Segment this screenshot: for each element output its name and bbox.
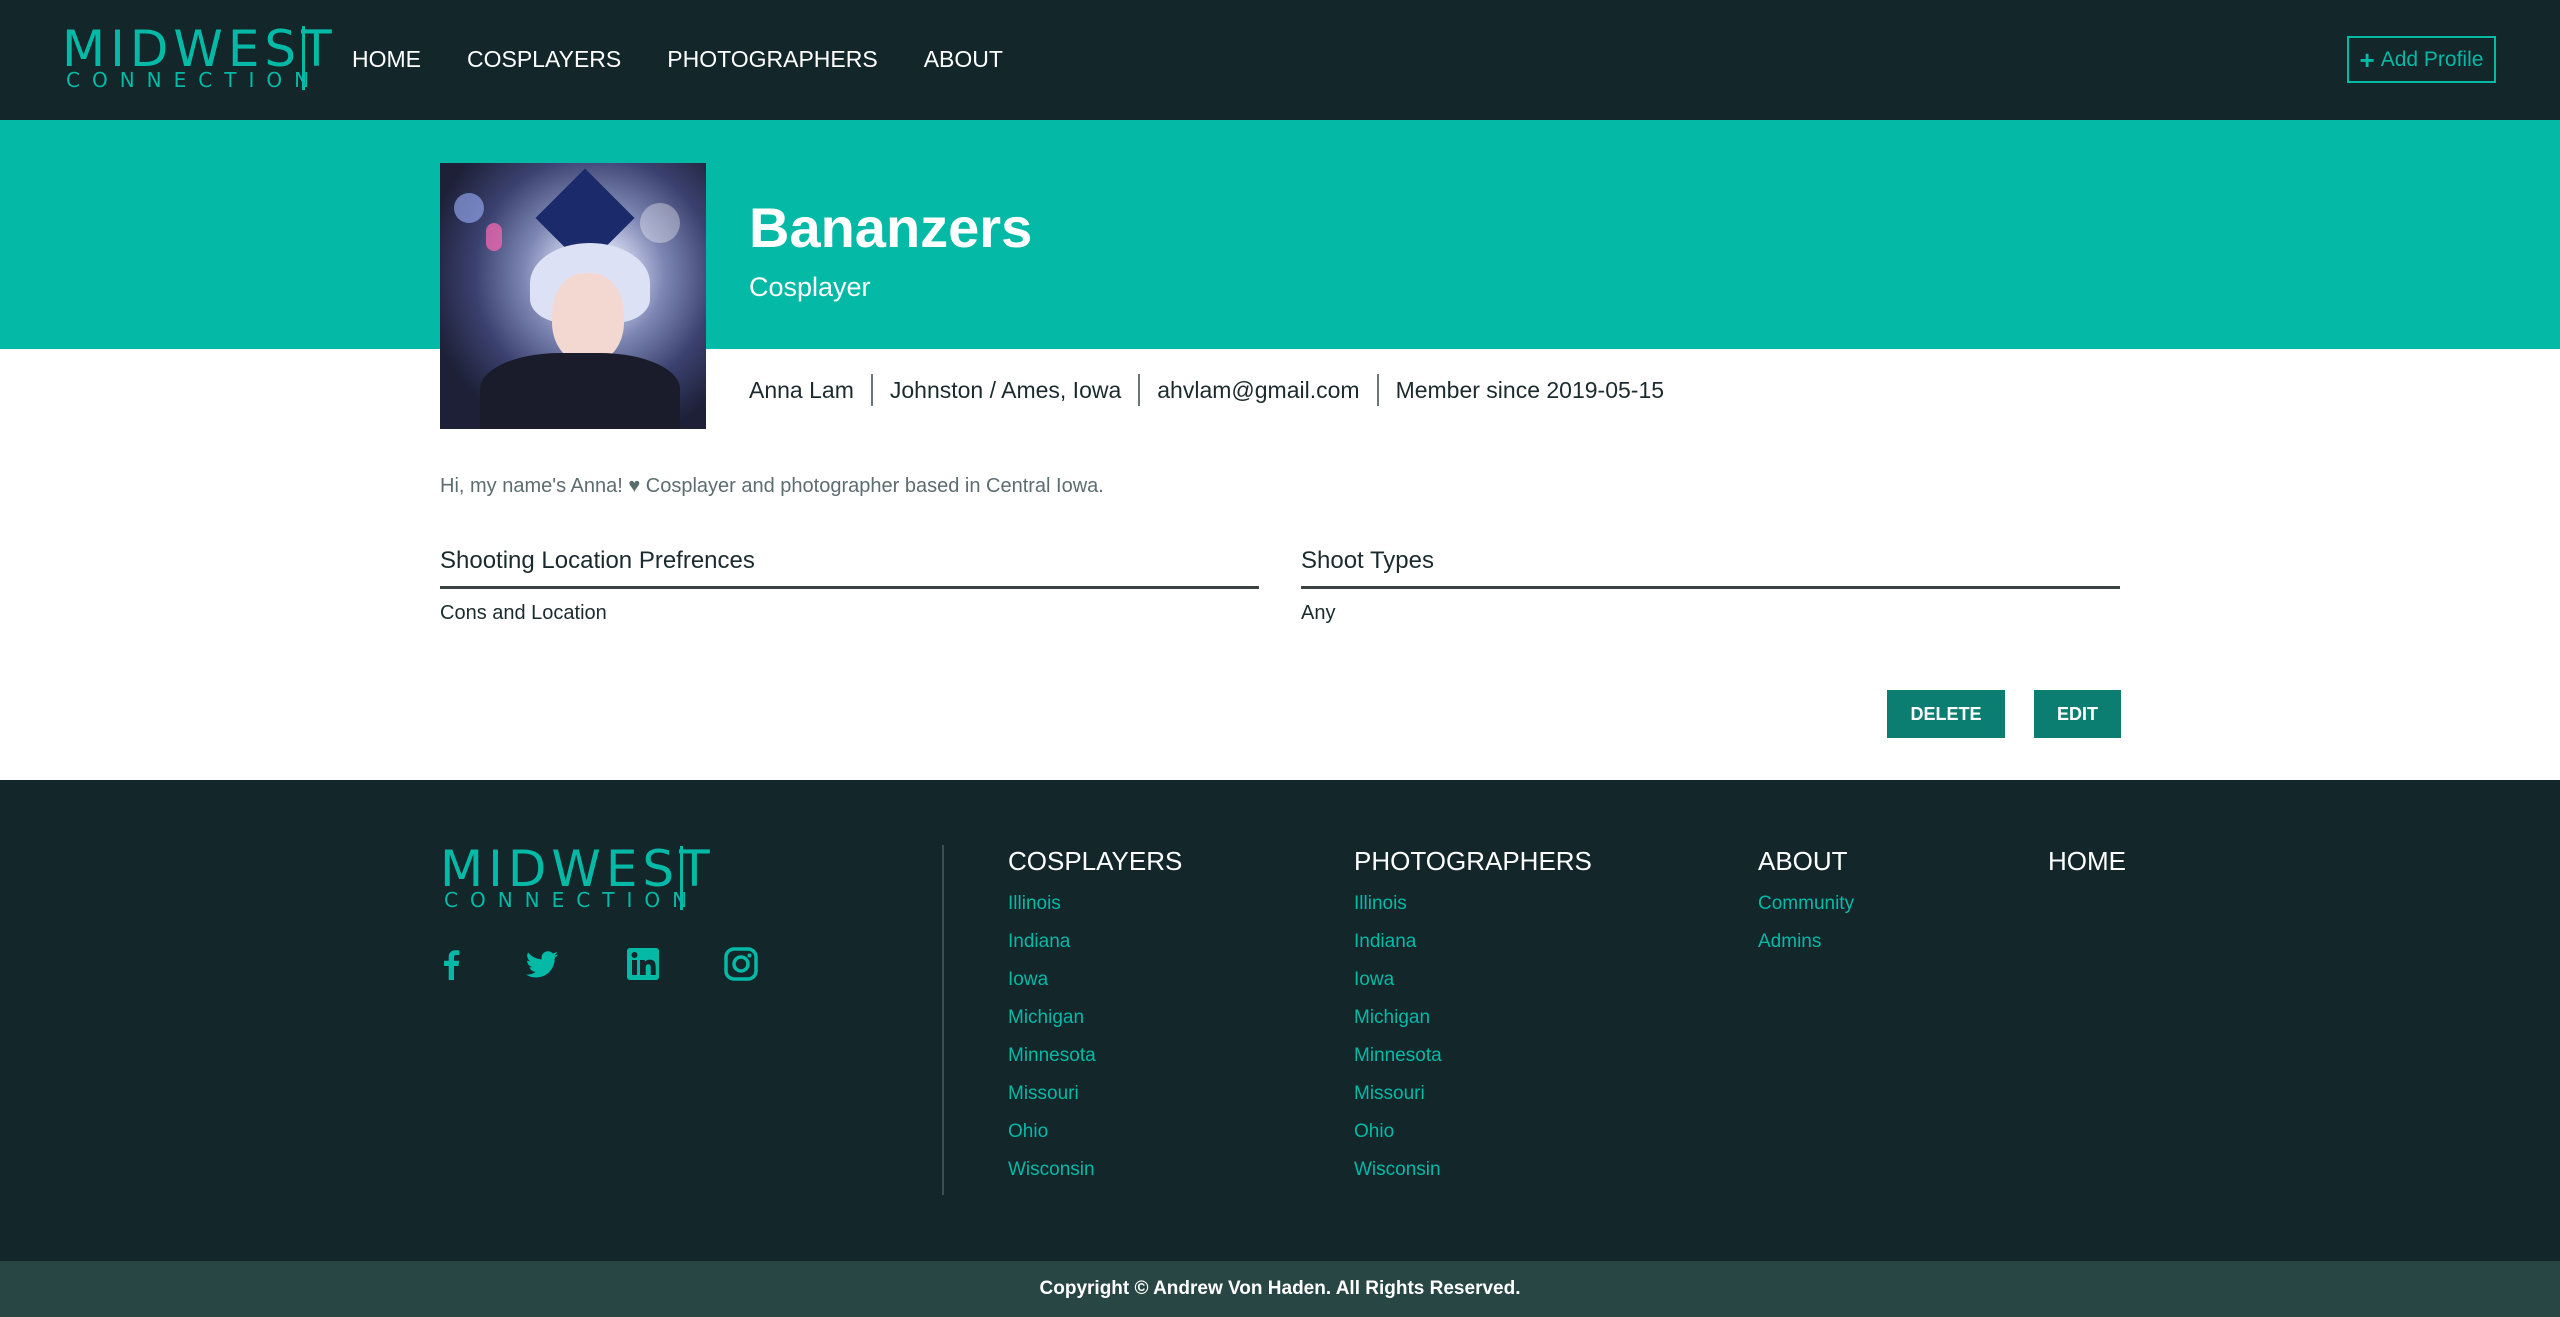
add-profile-button[interactable]: + Add Profile	[2347, 36, 2496, 83]
linkedin-icon[interactable]	[625, 946, 661, 982]
add-profile-label: Add Profile	[2380, 47, 2484, 71]
footer-photographers-link[interactable]: Minnesota	[1354, 1044, 1592, 1068]
footer-photographers-link[interactable]: Michigan	[1354, 1006, 1592, 1030]
profile-location: Johnston / Ames, Iowa	[889, 377, 1122, 403]
footer-cosplayers-title[interactable]: COSPLAYERS	[1008, 844, 1182, 878]
nav-photographers[interactable]: PHOTOGRAPHERS	[667, 44, 877, 74]
edit-button[interactable]: EDIT	[2034, 690, 2121, 738]
footer-about-link[interactable]: Admins	[1758, 930, 1854, 954]
nav-home[interactable]: HOME	[352, 44, 421, 74]
footer-photographers-link[interactable]: Wisconsin	[1354, 1158, 1592, 1182]
meta-divider	[1376, 374, 1379, 406]
footer-photographers-link[interactable]: Indiana	[1354, 930, 1592, 954]
site-footer	[0, 780, 2560, 1261]
footer-home-column: HOME	[2048, 844, 2126, 892]
site-logo[interactable]: MIDWEST CONNECTION	[62, 24, 332, 92]
logo-divider	[302, 26, 305, 90]
profile-real-name: Anna Lam	[749, 377, 854, 403]
facebook-icon[interactable]	[434, 946, 470, 982]
delete-button[interactable]: DELETE	[1887, 690, 2005, 738]
instagram-icon[interactable]	[723, 946, 759, 982]
footer-photographers-link[interactable]: Missouri	[1354, 1082, 1592, 1106]
footer-divider	[942, 845, 944, 1195]
profile-name: Bananzers	[749, 196, 1033, 259]
logo-wordmark-top: MIDWEST	[62, 20, 337, 78]
twitter-icon[interactable]	[524, 946, 560, 982]
nav-cosplayers[interactable]: COSPLAYERS	[467, 44, 621, 74]
footer-photographers-column: PHOTOGRAPHERS Illinois Indiana Iowa Mich…	[1354, 844, 1592, 1196]
footer-cosplayers-link[interactable]: Iowa	[1008, 968, 1182, 992]
footer-photographers-link[interactable]: Illinois	[1354, 892, 1592, 916]
footer-cosplayers-link[interactable]: Indiana	[1008, 930, 1182, 954]
footer-cosplayers-link[interactable]: Michigan	[1008, 1006, 1182, 1030]
profile-photo	[440, 163, 706, 429]
shoot-types-value: Any	[1301, 602, 1336, 624]
shoot-types-heading: Shoot Types	[1301, 544, 2120, 589]
meta-divider	[1138, 374, 1141, 406]
shooting-location-value: Cons and Location	[440, 602, 607, 624]
profile-bio: Hi, my name's Anna! ♥ Cosplayer and phot…	[440, 475, 1104, 497]
nav-about[interactable]: ABOUT	[924, 44, 1003, 74]
footer-cosplayers-column: COSPLAYERS Illinois Indiana Iowa Michiga…	[1008, 844, 1182, 1196]
footer-about-column: ABOUT Community Admins	[1758, 844, 1854, 968]
footer-logo-top: MIDWEST	[440, 840, 715, 898]
profile-member-since: Member since 2019-05-15	[1395, 377, 1665, 403]
footer-cosplayers-link[interactable]: Ohio	[1008, 1120, 1182, 1144]
main-nav: HOME COSPLAYERS PHOTOGRAPHERS ABOUT	[352, 44, 1003, 74]
shooting-location-section: Shooting Location Prefrences Cons and Lo…	[440, 544, 1259, 627]
footer-photographers-title[interactable]: PHOTOGRAPHERS	[1354, 844, 1592, 878]
footer-cosplayers-link[interactable]: Wisconsin	[1008, 1158, 1182, 1182]
footer-about-link[interactable]: Community	[1758, 892, 1854, 916]
copyright-bar: Copyright © Andrew Von Haden. All Rights…	[0, 1261, 2560, 1317]
footer-home-title[interactable]: HOME	[2048, 844, 2126, 878]
footer-cosplayers-link[interactable]: Illinois	[1008, 892, 1182, 916]
footer-photographers-link[interactable]: Ohio	[1354, 1120, 1592, 1144]
shoot-types-section: Shoot Types Any	[1301, 544, 2120, 627]
profile-meta: Anna Lam Johnston / Ames, Iowa ahvlam@gm…	[749, 374, 1664, 406]
profile-hero	[0, 120, 2560, 349]
footer-photographers-link[interactable]: Iowa	[1354, 968, 1592, 992]
footer-about-title[interactable]: ABOUT	[1758, 844, 1854, 878]
shooting-location-heading: Shooting Location Prefrences	[440, 544, 1259, 589]
top-navbar: MIDWEST CONNECTION HOME COSPLAYERS PHOTO…	[0, 0, 2560, 120]
footer-cosplayers-link[interactable]: Missouri	[1008, 1082, 1182, 1106]
meta-divider	[870, 374, 873, 406]
plus-icon: +	[2359, 44, 2375, 75]
copyright-text: Copyright © Andrew Von Haden. All Rights…	[1039, 1278, 1521, 1299]
footer-cosplayers-link[interactable]: Minnesota	[1008, 1044, 1182, 1068]
footer-logo-divider	[680, 846, 683, 910]
logo-wordmark-bottom: CONNECTION	[66, 68, 322, 92]
footer-logo[interactable]: MIDWEST CONNECTION	[440, 844, 710, 912]
profile-role: Cosplayer	[749, 272, 871, 302]
footer-logo-bottom: CONNECTION	[444, 888, 700, 912]
profile-email[interactable]: ahvlam@gmail.com	[1157, 374, 1359, 406]
